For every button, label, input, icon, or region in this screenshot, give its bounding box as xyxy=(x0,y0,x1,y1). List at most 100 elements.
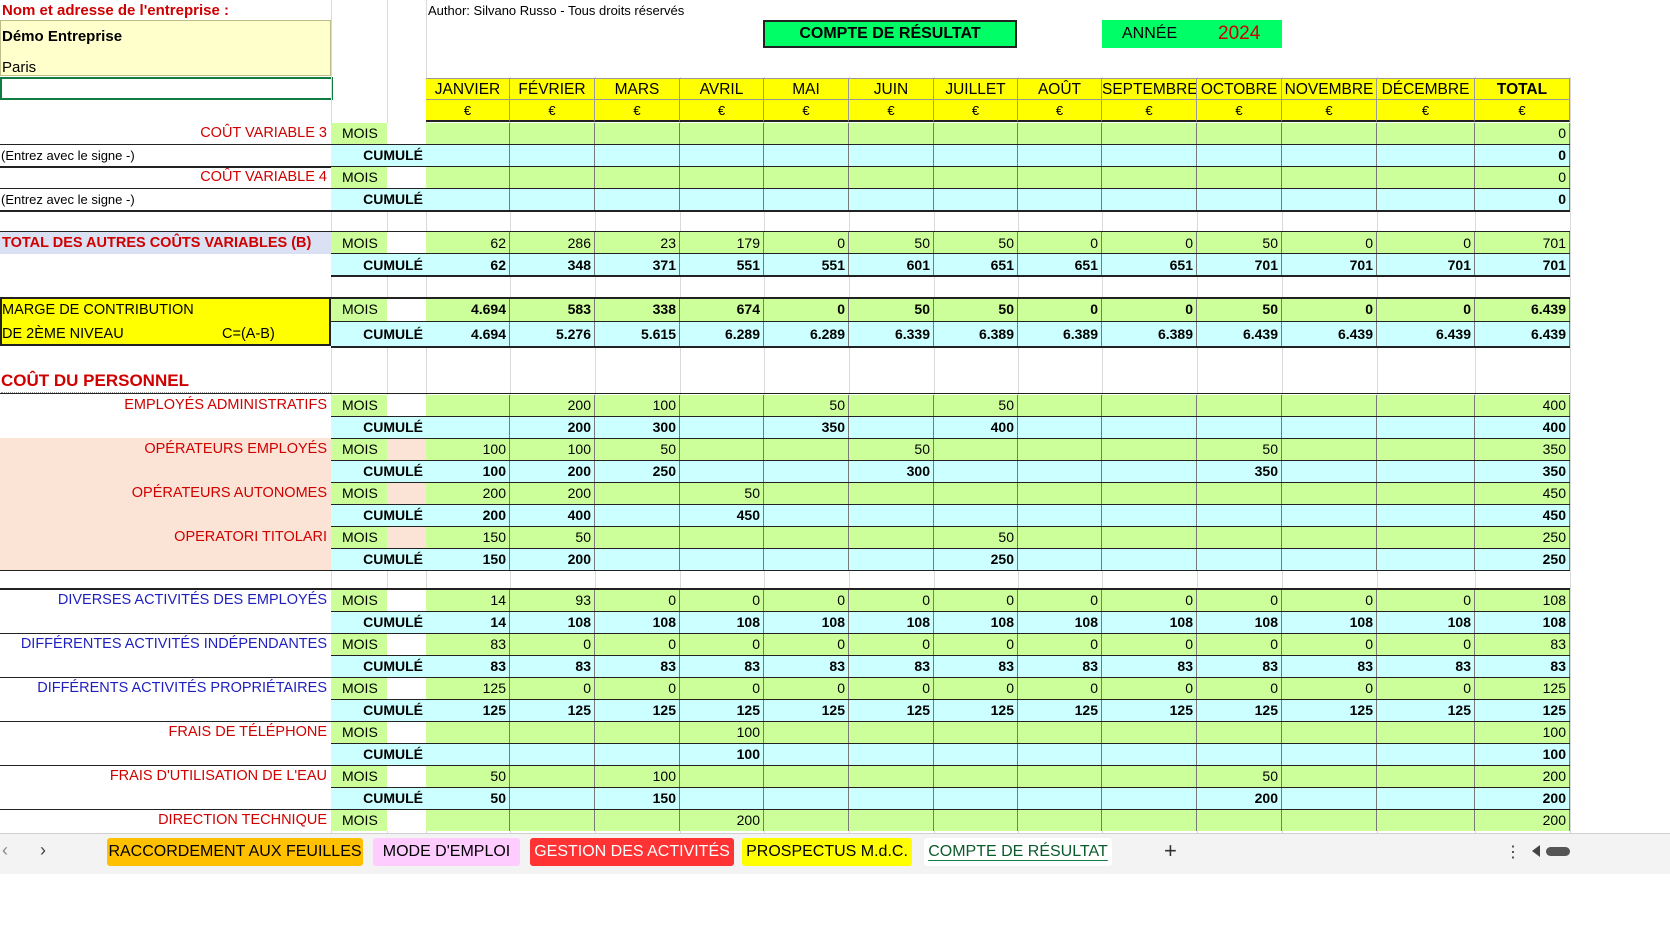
op_auto-cumule-3[interactable]: 450 xyxy=(680,505,764,526)
tot-mois-0[interactable]: 62 xyxy=(426,232,510,254)
month-header-7[interactable]: AOÛT xyxy=(1018,78,1102,100)
tel-cumule-9[interactable] xyxy=(1197,744,1282,765)
op_auto-cumule-12[interactable]: 450 xyxy=(1475,505,1570,526)
month-header-2[interactable]: MARS xyxy=(595,78,680,100)
tel-cumule-3[interactable]: 100 xyxy=(680,744,764,765)
tot-mois-7[interactable]: 0 xyxy=(1018,232,1102,254)
tel-cumule-4[interactable] xyxy=(764,744,849,765)
marge-mois-6[interactable]: 50 xyxy=(934,298,1018,321)
emp_admin-mois-6[interactable]: 50 xyxy=(934,395,1018,416)
op_auto-cumule-1[interactable]: 400 xyxy=(510,505,595,526)
diff_ind-mois-9[interactable]: 0 xyxy=(1197,634,1282,655)
diff_ind-cumule-11[interactable]: 83 xyxy=(1377,656,1475,677)
cv3-cumule-6[interactable] xyxy=(934,145,1018,166)
eau-mois-4[interactable] xyxy=(764,766,849,787)
eau-mois-12[interactable]: 200 xyxy=(1475,766,1570,787)
cv3-mois-0[interactable] xyxy=(426,123,510,144)
cv3-mois-7[interactable] xyxy=(1018,123,1102,144)
more-options-icon[interactable]: ⋮ xyxy=(1505,842,1521,862)
diff_prop-cumule-4[interactable]: 125 xyxy=(764,700,849,721)
op_auto-mois-4[interactable] xyxy=(764,483,849,504)
op_emp-cumule-9[interactable]: 350 xyxy=(1197,461,1282,482)
eau-cumule-1[interactable] xyxy=(510,788,595,809)
op_tit-mois-3[interactable] xyxy=(680,527,764,548)
div_emp-mois-4[interactable]: 0 xyxy=(764,590,849,611)
div_emp-cumule-11[interactable]: 108 xyxy=(1377,612,1475,633)
emp_admin-mois-8[interactable] xyxy=(1102,395,1197,416)
tot-mois-12[interactable]: 701 xyxy=(1475,232,1570,254)
marge-cumule-10[interactable]: 6.439 xyxy=(1282,322,1377,346)
op_auto-cumule-0[interactable]: 200 xyxy=(426,505,510,526)
tel-mois-3[interactable]: 100 xyxy=(680,722,764,743)
diff_ind-mois-8[interactable]: 0 xyxy=(1102,634,1197,655)
diff_prop-mois-2[interactable]: 0 xyxy=(595,678,680,699)
op_auto-cumule-8[interactable] xyxy=(1102,505,1197,526)
diff_prop-mois-5[interactable]: 0 xyxy=(849,678,934,699)
op_tit-mois-10[interactable] xyxy=(1282,527,1377,548)
diff_prop-cumule-0[interactable]: 125 xyxy=(426,700,510,721)
div_emp-mois-2[interactable]: 0 xyxy=(595,590,680,611)
tot-mois-6[interactable]: 50 xyxy=(934,232,1018,254)
cv4-mois-2[interactable] xyxy=(595,167,680,188)
marge-cumule-4[interactable]: 6.289 xyxy=(764,322,849,346)
diff_ind-cumule-8[interactable]: 83 xyxy=(1102,656,1197,677)
div_emp-mois-0[interactable]: 14 xyxy=(426,590,510,611)
op_emp-cumule-1[interactable]: 200 xyxy=(510,461,595,482)
emp_admin-cumule-0[interactable] xyxy=(426,417,510,438)
cv3-cumule-3[interactable] xyxy=(680,145,764,166)
div_emp-cumule-4[interactable]: 108 xyxy=(764,612,849,633)
eau-cumule-5[interactable] xyxy=(849,788,934,809)
horizontal-scrollbar[interactable] xyxy=(1546,847,1570,856)
marge-mois-1[interactable]: 583 xyxy=(510,298,595,321)
diff_prop-mois-12[interactable]: 125 xyxy=(1475,678,1570,699)
marge-mois-3[interactable]: 674 xyxy=(680,298,764,321)
op_tit-mois-1[interactable]: 50 xyxy=(510,527,595,548)
div_emp-mois-3[interactable]: 0 xyxy=(680,590,764,611)
tot-cumule-7[interactable]: 651 xyxy=(1018,254,1102,276)
div_emp-cumule-5[interactable]: 108 xyxy=(849,612,934,633)
month-header-8[interactable]: SEPTEMBRE xyxy=(1102,78,1197,100)
tel-mois-0[interactable] xyxy=(426,722,510,743)
cv4-cumule-12[interactable]: 0 xyxy=(1475,189,1570,210)
tot-mois-2[interactable]: 23 xyxy=(595,232,680,254)
tel-cumule-0[interactable] xyxy=(426,744,510,765)
cv4-mois-1[interactable] xyxy=(510,167,595,188)
marge-mois-12[interactable]: 6.439 xyxy=(1475,298,1570,321)
tab-prospectus[interactable]: PROSPECTUS M.d.C. xyxy=(742,838,912,866)
tot-cumule-0[interactable]: 62 xyxy=(426,254,510,276)
cv3-cumule-0[interactable] xyxy=(426,145,510,166)
eau-mois-3[interactable] xyxy=(680,766,764,787)
diff_prop-cumule-10[interactable]: 125 xyxy=(1282,700,1377,721)
cv3-cumule-12[interactable]: 0 xyxy=(1475,145,1570,166)
eau-mois-10[interactable] xyxy=(1282,766,1377,787)
cv3-mois-8[interactable] xyxy=(1102,123,1197,144)
eau-mois-9[interactable]: 50 xyxy=(1197,766,1282,787)
cv3-mois-3[interactable] xyxy=(680,123,764,144)
op_auto-mois-9[interactable] xyxy=(1197,483,1282,504)
op_emp-cumule-3[interactable] xyxy=(680,461,764,482)
diff_prop-mois-8[interactable]: 0 xyxy=(1102,678,1197,699)
div_emp-cumule-0[interactable]: 14 xyxy=(426,612,510,633)
op_auto-cumule-5[interactable] xyxy=(849,505,934,526)
cv3-cumule-11[interactable] xyxy=(1377,145,1475,166)
op_tit-mois-4[interactable] xyxy=(764,527,849,548)
eau-cumule-2[interactable]: 150 xyxy=(595,788,680,809)
op_auto-mois-6[interactable] xyxy=(934,483,1018,504)
tab-compte-resultat[interactable]: COMPTE DE RÉSULTAT xyxy=(924,838,1112,866)
tel-mois-4[interactable] xyxy=(764,722,849,743)
diff_prop-cumule-1[interactable]: 125 xyxy=(510,700,595,721)
diff_ind-cumule-1[interactable]: 83 xyxy=(510,656,595,677)
div_emp-mois-11[interactable]: 0 xyxy=(1377,590,1475,611)
div_emp-cumule-10[interactable]: 108 xyxy=(1282,612,1377,633)
emp_admin-cumule-4[interactable]: 350 xyxy=(764,417,849,438)
emp_admin-cumule-3[interactable] xyxy=(680,417,764,438)
month-header-11[interactable]: DÉCEMBRE xyxy=(1377,78,1475,100)
month-header-1[interactable]: FÉVRIER xyxy=(510,78,595,100)
op_auto-cumule-6[interactable] xyxy=(934,505,1018,526)
emp_admin-mois-9[interactable] xyxy=(1197,395,1282,416)
tel-cumule-11[interactable] xyxy=(1377,744,1475,765)
eau-cumule-10[interactable] xyxy=(1282,788,1377,809)
emp_admin-cumule-8[interactable] xyxy=(1102,417,1197,438)
cv3-cumule-5[interactable] xyxy=(849,145,934,166)
op_tit-cumule-10[interactable] xyxy=(1282,549,1377,570)
